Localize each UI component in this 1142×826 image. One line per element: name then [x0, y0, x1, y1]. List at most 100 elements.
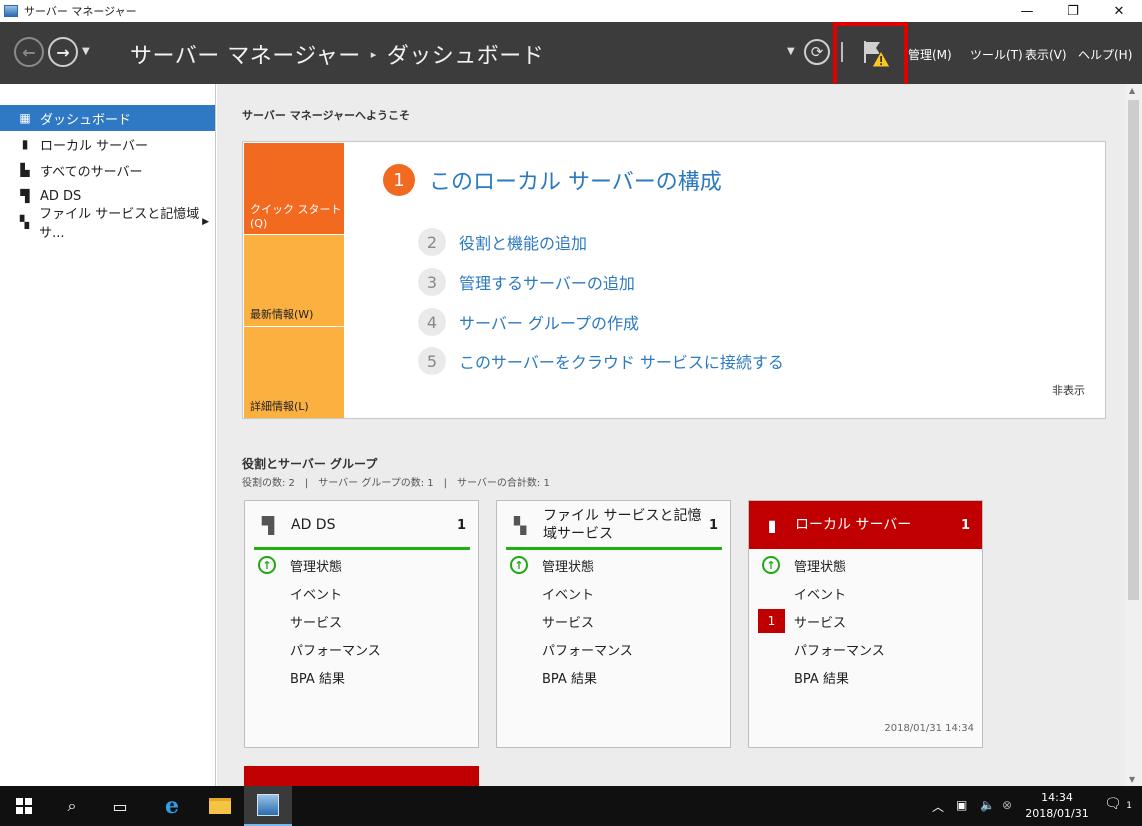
tile-row-manageability[interactable]: 管理状態	[794, 556, 846, 575]
welcome-heading: サーバー マネージャーへようこそ	[242, 109, 410, 122]
sidebar-item-label: ローカル サーバー	[40, 138, 149, 154]
menu-tools[interactable]: ツール(T)	[970, 46, 1023, 63]
tile-row-bpa[interactable]: BPA 結果	[542, 668, 597, 687]
file-explorer-button[interactable]	[196, 786, 244, 826]
tile-row-manageability[interactable]: 管理状態	[542, 556, 594, 575]
menu-view[interactable]: 表示(V)	[1025, 46, 1067, 63]
menu-manage[interactable]: 管理(M)	[908, 46, 952, 63]
sidebar-item-file-services[interactable]: ▚ ファイル サービスと記憶域サ... ▶	[0, 207, 215, 241]
arrow-right-icon: →	[56, 42, 70, 62]
tile-row-bpa[interactable]: BPA 結果	[794, 668, 849, 687]
tab-whats-new[interactable]: 最新情報(W)	[244, 235, 344, 326]
back-button[interactable]: ←	[14, 37, 44, 67]
search-button[interactable]: ⌕	[48, 786, 96, 826]
step-connect-cloud[interactable]: 5 このサーバーをクラウド サービスに接続する	[418, 347, 784, 375]
roles-section-title: 役割とサーバー グループ	[242, 457, 378, 471]
expand-arrow-icon[interactable]: ▶	[202, 217, 209, 227]
step-link[interactable]: このローカル サーバーの構成	[429, 164, 722, 196]
hide-link[interactable]: 非表示	[1052, 382, 1085, 398]
action-center-button[interactable]: 🗨 1	[1104, 796, 1132, 812]
server-icon: ▮	[767, 515, 777, 535]
tile-ad-ds[interactable]: ▜ AD DS 1 ↑ 管理状態 イベント サービス パフォーマンス BPA 結…	[244, 500, 479, 748]
step-number: 1	[383, 164, 415, 196]
scroll-thumb[interactable]	[1128, 100, 1139, 600]
step-link[interactable]: 管理するサーバーの追加	[459, 270, 635, 294]
sidebar-item-local-server[interactable]: ▮ ローカル サーバー	[0, 131, 215, 157]
tile-row-events[interactable]: イベント	[542, 584, 594, 603]
step-number: 5	[418, 347, 446, 375]
clock-date: 2018/01/31	[1025, 807, 1089, 820]
title-bar: サーバー マネージャー — ❐ ✕	[0, 0, 1142, 22]
header-bar: ← → ▼ サーバー マネージャー ▸ ダッシュボード ▼ ⟳ 管理(M) ツー…	[0, 22, 1142, 90]
clock[interactable]: 14:34 2018/01/31	[1022, 790, 1092, 822]
step-number: 4	[418, 308, 446, 336]
file-services-icon: ▚	[513, 515, 527, 535]
tile-local-server[interactable]: ▮ ローカル サーバー 1 ↑ 管理状態 イベント 1 サービス パフォーマンス…	[748, 500, 983, 748]
tile-header[interactable]: ▜ AD DS 1	[245, 501, 478, 549]
tile-all-servers-partial[interactable]	[244, 766, 479, 786]
tile-title: ローカル サーバー	[795, 517, 912, 533]
sidebar-item-label: すべてのサーバー	[40, 164, 143, 180]
task-view-button[interactable]: ▭	[96, 786, 144, 826]
file-services-icon: ▚	[19, 215, 30, 229]
step-link[interactable]: このサーバーをクラウド サービスに接続する	[459, 349, 784, 373]
search-icon: ⌕	[67, 796, 77, 815]
breadcrumb-separator-icon: ▸	[370, 47, 377, 61]
start-button[interactable]	[0, 786, 48, 826]
step-add-roles[interactable]: 2 役割と機能の追加	[418, 228, 587, 256]
restore-button[interactable]: ❐	[1050, 0, 1096, 22]
tile-row-services[interactable]: サービス	[794, 612, 846, 631]
tile-count: 1	[708, 517, 718, 533]
step-create-server-group[interactable]: 4 サーバー グループの作成	[418, 308, 639, 336]
taskbar: ⌕ ▭ e ︿ ▣ 🔈 ⊗ 14:34 2018/01/31 🗨 1	[0, 786, 1142, 826]
show-hidden-icons-icon[interactable]: ︿	[932, 798, 944, 815]
tile-row-events[interactable]: イベント	[290, 584, 342, 603]
step-number: 2	[418, 228, 446, 256]
breadcrumb-current: ダッシュボード	[386, 44, 545, 69]
notification-count: 1	[1126, 801, 1132, 811]
close-button[interactable]: ✕	[1096, 0, 1142, 22]
forward-button[interactable]: →	[48, 37, 78, 67]
tile-row-performance[interactable]: パフォーマンス	[794, 640, 885, 659]
tile-count: 1	[456, 517, 466, 533]
minimize-button[interactable]: —	[1004, 0, 1050, 22]
servers-icon: ▙	[20, 163, 30, 177]
tile-file-services[interactable]: ▚ ファイル サービスと記憶域サービス 1 ↑ 管理状態 イベント サービス パ…	[496, 500, 731, 748]
menu-help[interactable]: ヘルプ(H)	[1078, 46, 1132, 63]
tile-row-performance[interactable]: パフォーマンス	[542, 640, 633, 659]
sidebar: ▦ ダッシュボード ▮ ローカル サーバー ▙ すべてのサーバー ▜ AD DS…	[0, 84, 216, 786]
tile-row-events[interactable]: イベント	[794, 584, 846, 603]
step-configure-local-server[interactable]: 1 このローカル サーバーの構成	[383, 164, 722, 196]
dashboard-icon: ▦	[19, 111, 31, 125]
tile-header[interactable]: ▮ ローカル サーバー 1	[749, 501, 982, 549]
refresh-button[interactable]: ⟳	[804, 39, 830, 65]
step-link[interactable]: 役割と機能の追加	[459, 230, 587, 254]
tile-row-services[interactable]: サービス	[290, 612, 342, 631]
vertical-scrollbar[interactable]: ▲ ▼	[1125, 84, 1142, 786]
scroll-down-icon[interactable]: ▼	[1129, 775, 1135, 784]
breadcrumb-root[interactable]: サーバー マネージャー	[130, 38, 361, 70]
step-add-servers[interactable]: 3 管理するサーバーの追加	[418, 268, 635, 296]
tile-title: ファイル サービスと記憶域サービス	[543, 508, 702, 542]
refresh-dropdown-icon[interactable]: ▼	[787, 46, 795, 57]
tile-header[interactable]: ▚ ファイル サービスと記憶域サービス 1	[497, 501, 730, 549]
network-icon[interactable]: ▣	[956, 798, 967, 812]
internet-explorer-button[interactable]: e	[148, 786, 196, 826]
tab-learn-more[interactable]: 詳細情報(L)	[244, 327, 344, 418]
status-ok-line	[254, 547, 470, 550]
tile-row-services[interactable]: サービス	[542, 612, 594, 631]
arrow-left-icon: ←	[22, 42, 36, 62]
scroll-up-icon[interactable]: ▲	[1129, 86, 1135, 95]
tile-row-manageability[interactable]: 管理状態	[290, 556, 342, 575]
history-dropdown-icon[interactable]: ▼	[82, 46, 90, 57]
step-link[interactable]: サーバー グループの作成	[459, 310, 639, 334]
server-manager-taskbar-button[interactable]	[244, 786, 292, 826]
tile-row-performance[interactable]: パフォーマンス	[290, 640, 381, 659]
sidebar-item-all-servers[interactable]: ▙ すべてのサーバー	[0, 157, 215, 183]
error-icon[interactable]: ⊗	[1002, 798, 1012, 812]
sidebar-item-dashboard[interactable]: ▦ ダッシュボード	[0, 105, 215, 131]
server-icon: ▮	[21, 137, 29, 151]
tile-row-bpa[interactable]: BPA 結果	[290, 668, 345, 687]
volume-muted-icon[interactable]: 🔈	[980, 798, 995, 812]
tab-quickstart[interactable]: クイック スタート(Q)	[244, 143, 344, 234]
